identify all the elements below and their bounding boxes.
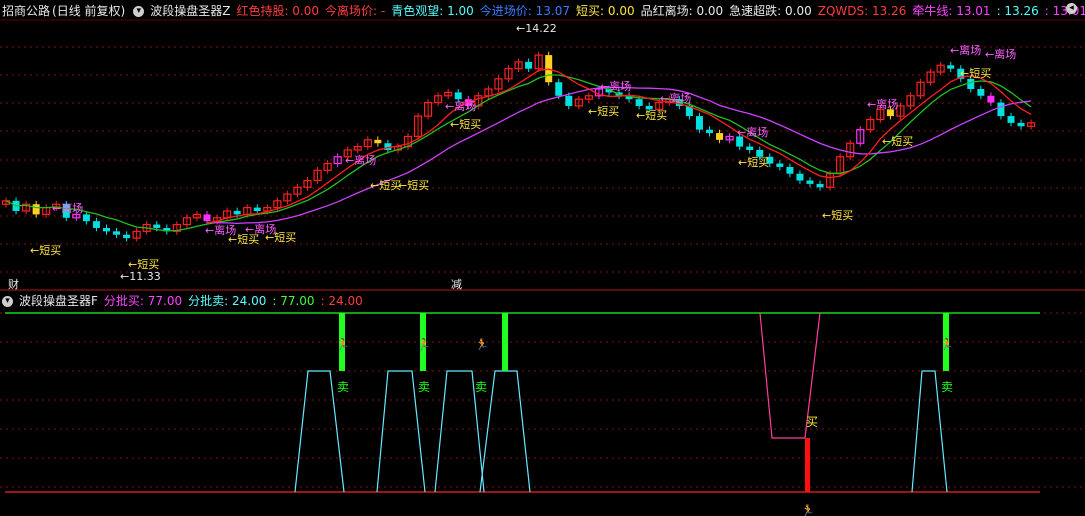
runner-icon: 🏃	[801, 504, 815, 516]
sell-label: 卖	[475, 380, 487, 394]
buy-signal-label: ←短买	[30, 243, 61, 257]
candle-body	[716, 133, 724, 140]
candle-body	[987, 95, 995, 103]
candle-body	[525, 61, 533, 69]
candle-body	[92, 221, 100, 228]
runner-icon: 🏃	[417, 338, 431, 351]
buy-signal-label: ←短买	[822, 208, 853, 222]
candle-body	[706, 129, 713, 134]
buy-signal-label: ←短买	[960, 66, 991, 80]
sell-bar	[502, 313, 508, 371]
candle-body	[746, 146, 754, 150]
candle-body	[32, 204, 40, 215]
candle-body	[374, 139, 382, 144]
exit-signal-label: ←离场	[345, 153, 376, 167]
chart-canvas[interactable]: ←14.22 ←11.33 ←离场 ←离场 ←离场 ←离场 ←离场 ←离场 ←离场 ←离场 ←离场 ←…	[0, 0, 1085, 516]
candle-body	[997, 102, 1005, 117]
sell-wave	[479, 370, 531, 493]
sell-label: 卖	[941, 380, 953, 394]
buy-signal-label: ←短买	[882, 134, 913, 148]
low-price-label: ←11.33	[120, 270, 161, 283]
runner-icon: 🏃	[940, 338, 954, 351]
exit-signal-label: ←离场	[985, 47, 1016, 61]
candle-body	[1017, 122, 1025, 127]
exit-signal-label: ←离场	[737, 125, 768, 139]
candle-body	[635, 99, 643, 106]
buy-bar	[805, 438, 810, 492]
buy-signal-label: ←短买	[588, 104, 619, 118]
buy-signal-label: ←短买	[738, 155, 769, 169]
candle-body	[123, 234, 131, 239]
candle-body	[967, 78, 975, 89]
buy-signal-label: ←短买	[370, 178, 401, 192]
candle-body	[384, 143, 392, 150]
candle-body	[776, 163, 784, 167]
candle-body	[113, 231, 121, 235]
exit-signal-label: ←离场	[445, 99, 476, 113]
marker-cai: 财	[8, 277, 19, 291]
candle-body	[977, 89, 985, 96]
sell-label: 卖	[418, 380, 430, 394]
candle-body	[786, 166, 794, 174]
buy-signal-label: ←短买	[398, 178, 429, 192]
buy-signal-label: ←短买	[265, 230, 296, 244]
high-price-label: ←14.22	[516, 22, 557, 35]
buy-signal-label: ←短买	[450, 117, 481, 131]
buy-signal-label: ←短买	[128, 257, 159, 271]
runner-icon: 🏃	[336, 338, 350, 351]
candle-body	[454, 92, 462, 100]
buy-label: 买	[806, 415, 818, 429]
candle-body	[253, 207, 261, 211]
candle-body	[816, 183, 824, 188]
exit-signal-label: ←离场	[52, 201, 83, 215]
candle-body	[1007, 116, 1015, 123]
candle-body	[695, 116, 703, 130]
marker-jian: 减	[451, 278, 462, 291]
candle-body	[565, 95, 573, 106]
candle-body	[233, 211, 241, 215]
exit-signal-label: ←离场	[660, 91, 691, 105]
buy-signal-label: ←短买	[636, 108, 667, 122]
candle-body	[82, 214, 90, 222]
candle-body	[103, 227, 110, 232]
exit-signal-label: ←离场	[600, 79, 631, 93]
buy-signal-label: ←短买	[228, 232, 259, 246]
candle-body	[555, 82, 563, 96]
exit-signal-label: ←离场	[867, 97, 898, 111]
exit-signal-label: ←离场	[950, 43, 981, 57]
candle-body	[203, 214, 211, 222]
candle-body	[796, 173, 804, 181]
sell-label: 卖	[337, 380, 349, 394]
runner-icon: 🏃	[475, 338, 489, 351]
candle-body	[806, 180, 814, 184]
candle-body	[153, 224, 161, 228]
candle-body	[947, 65, 955, 69]
